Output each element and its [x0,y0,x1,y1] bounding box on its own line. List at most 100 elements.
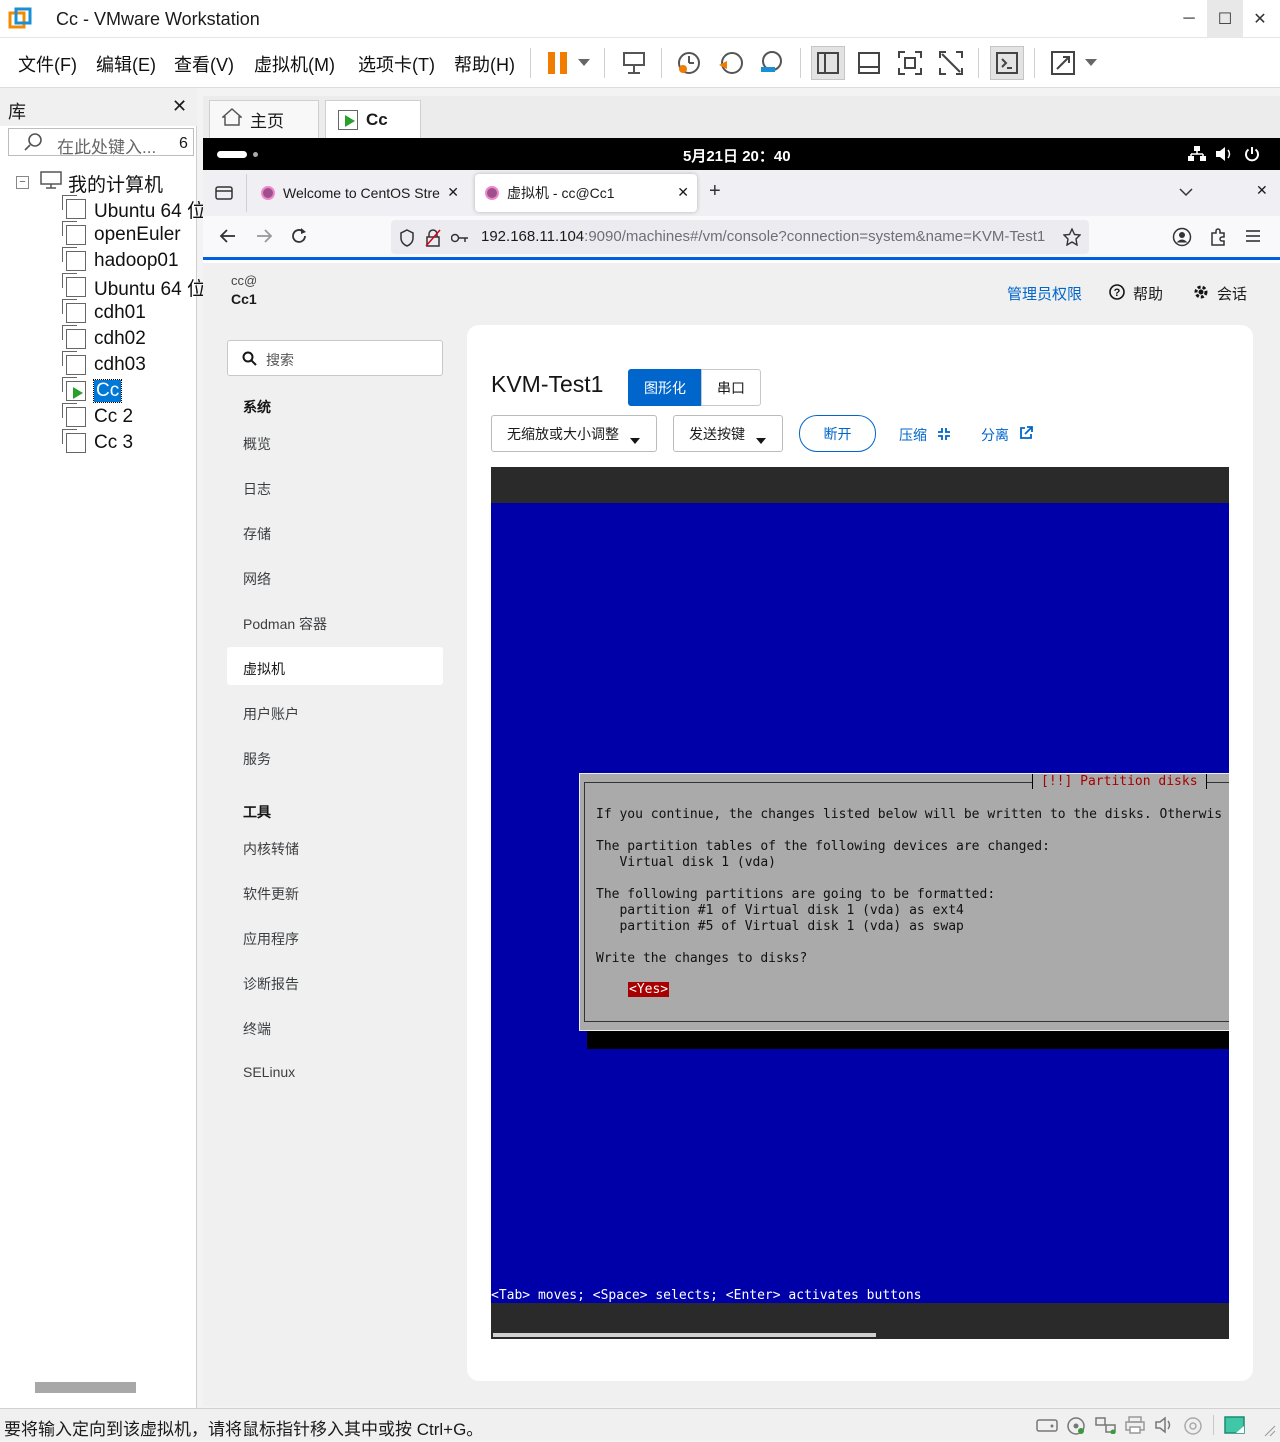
tree-vm-cdh03[interactable]: cdh03 [62,351,146,378]
list-tabs-icon[interactable] [1179,184,1193,202]
detach-button[interactable]: 分离 [981,425,1033,445]
nav-item-podman[interactable]: Podman 容器 [243,614,327,634]
menu-file[interactable]: 文件(F) [18,51,77,77]
send-key-dropdown[interactable]: 发送按键 [673,415,783,452]
new-tab-icon[interactable]: + [709,180,721,203]
tab-graphics-console[interactable]: 图形化 [628,369,702,406]
library-horizontal-scrollbar[interactable] [35,1382,136,1393]
tab-cc[interactable]: Cc [325,100,421,138]
menu-edit[interactable]: 编辑(E) [96,51,156,77]
tree-vm-openeuler[interactable]: openEuler [62,221,181,248]
nav-item-overview[interactable]: 概览 [243,434,271,454]
session-button[interactable]: 会话 [1193,283,1247,304]
nav-item-storage[interactable]: 存储 [243,524,271,544]
tree-vm-cc2[interactable]: Cc 2 [62,403,133,430]
disconnect-button[interactable]: 断开 [799,415,876,452]
close-window-icon[interactable]: ✕ [1256,182,1268,199]
power-icon[interactable] [1244,146,1260,167]
scale-dropdown[interactable]: 无缩放或大小调整 [491,415,657,452]
nav-item-updates[interactable]: 软件更新 [243,884,299,904]
tree-vm-ubuntu-1[interactable]: Ubuntu 64 位 [62,195,206,222]
firefox-tab-welcome[interactable]: Welcome to CentOS Stre ✕ [251,174,467,212]
tree-vm-hadoop01[interactable]: hadoop01 [62,247,179,274]
nav-item-logs[interactable]: 日志 [243,479,271,499]
bookmark-star-icon[interactable] [1062,227,1082,251]
hard-disk-icon[interactable] [1036,1416,1058,1434]
gnome-clock[interactable]: 5月21日 20：40 [683,145,791,166]
unity-icon[interactable] [934,46,968,80]
full-screen-icon[interactable] [893,46,927,80]
snapshot-manager-icon[interactable] [755,46,789,80]
tree-root-my-computer[interactable]: 我的计算机 [40,170,163,196]
console-view-icon[interactable] [990,46,1024,80]
usb-device-icon[interactable] [1183,1416,1205,1435]
sound-card-icon[interactable] [1154,1416,1176,1434]
tree-vm-cdh01[interactable]: cdh01 [62,299,146,326]
compress-button[interactable]: 压缩 [899,425,951,445]
snapshot-revert-icon[interactable] [714,46,748,80]
menu-view[interactable]: 查看(V) [174,51,234,77]
library-search-input[interactable]: 在此处键入... 6 [8,128,194,157]
resize-grip-icon[interactable] [1262,1423,1276,1437]
thumbnail-bar-icon[interactable] [852,46,886,80]
network-icon[interactable] [1188,146,1206,167]
firefox-tab-vm[interactable]: 虚拟机 - cc@Cc1 ✕ [475,174,697,212]
close-tab-icon[interactable]: ✕ [447,184,459,201]
nav-item-kdump[interactable]: 内核转储 [243,839,299,859]
nav-item-apps[interactable]: 应用程序 [243,929,299,949]
cockpit-search-input[interactable]: 搜索 [227,340,443,376]
stretch-guest-icon[interactable] [1046,46,1080,80]
nav-item-accounts[interactable]: 用户账户 [243,704,299,724]
tree-vm-cc[interactable]: Cc [62,377,123,404]
library-close-button[interactable]: ✕ [172,96,187,117]
tab-serial-console[interactable]: 串口 [701,369,761,406]
shield-icon[interactable] [399,229,415,252]
close-tab-icon[interactable]: ✕ [677,184,689,201]
minimize-button[interactable]: ─ [1171,0,1207,38]
printer-icon[interactable] [1124,1416,1146,1434]
yes-button[interactable]: <Yes> [628,982,670,997]
guest-display[interactable]: 5月21日 20：40 Welcome to CentOS Stre ✕ 虚拟机… [203,138,1280,1406]
message-log-icon[interactable] [1224,1416,1246,1434]
admin-access-button[interactable]: 管理员权限 [1007,283,1082,304]
vnc-console-screen[interactable]: [!!] Partition disks If you continue, th… [491,467,1229,1339]
menu-tabs[interactable]: 选项卡(T) [358,51,435,77]
permissions-key-icon[interactable] [450,231,469,249]
maximize-button[interactable]: ☐ [1207,0,1243,38]
show-library-icon[interactable] [811,46,845,80]
send-ctrl-alt-del-icon[interactable] [617,46,651,80]
reload-icon[interactable] [290,227,308,250]
network-adapter-icon[interactable] [1095,1416,1117,1435]
pause-icon[interactable] [541,46,575,80]
tab-home[interactable]: 主页 [209,100,319,138]
back-icon[interactable] [219,228,237,249]
help-button[interactable]: ? 帮助 [1109,283,1163,304]
tree-collapse-icon[interactable]: − [16,176,29,189]
nav-item-services[interactable]: 服务 [243,749,271,769]
menu-vm[interactable]: 虚拟机(M) [254,51,335,77]
firefox-view-icon[interactable] [215,184,233,205]
nav-item-selinux[interactable]: SELinux [243,1064,295,1080]
account-icon[interactable] [1172,227,1192,252]
forward-icon[interactable] [255,228,273,249]
app-menu-icon[interactable] [1245,229,1261,248]
nav-item-diagnostics[interactable]: 诊断报告 [243,974,299,994]
url-bar[interactable]: 192.168.11.104:9090/machines#/vm/console… [391,220,1089,254]
tree-vm-ubuntu-2[interactable]: Ubuntu 64 位 [62,273,206,300]
host-name[interactable]: Cc1 [231,291,257,307]
stretch-dropdown-icon[interactable] [1080,46,1102,80]
nav-item-network[interactable]: 网络 [243,569,271,589]
lock-warning-icon[interactable] [425,229,441,252]
activities-indicator-icon[interactable] [217,151,247,158]
tree-vm-cdh02[interactable]: cdh02 [62,325,146,352]
pause-dropdown-icon[interactable] [572,46,596,80]
volume-icon[interactable] [1215,146,1233,167]
snapshot-take-icon[interactable] [672,46,706,80]
menu-help[interactable]: 帮助(H) [454,51,515,77]
tree-vm-cc3[interactable]: Cc 3 [62,429,133,456]
nav-item-virtual-machines[interactable]: 虚拟机 [243,659,285,679]
extensions-icon[interactable] [1209,227,1227,252]
console-horizontal-scrollbar[interactable] [493,1333,876,1337]
close-button[interactable]: ✕ [1242,0,1278,38]
cd-dvd-icon[interactable] [1066,1416,1088,1435]
